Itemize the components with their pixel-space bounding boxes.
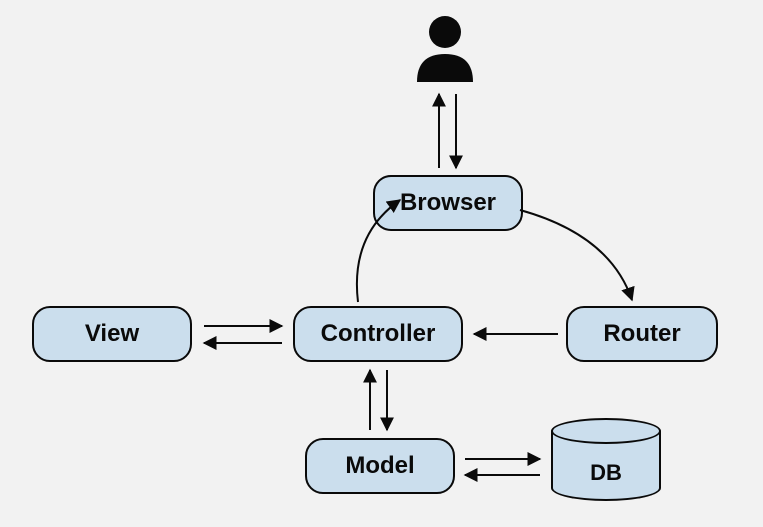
view-node: View — [32, 306, 192, 362]
view-label: View — [85, 320, 139, 348]
model-node: Model — [305, 438, 455, 494]
browser-node: Browser — [373, 175, 523, 231]
db-node: DB — [551, 418, 661, 503]
router-node: Router — [566, 306, 718, 362]
controller-label: Controller — [321, 320, 436, 348]
user-icon — [405, 10, 485, 95]
arrow-browser-to-router — [520, 210, 632, 300]
controller-node: Controller — [293, 306, 463, 362]
browser-label: Browser — [400, 189, 496, 217]
router-label: Router — [603, 320, 680, 348]
db-label: DB — [551, 460, 661, 486]
model-label: Model — [345, 452, 414, 480]
